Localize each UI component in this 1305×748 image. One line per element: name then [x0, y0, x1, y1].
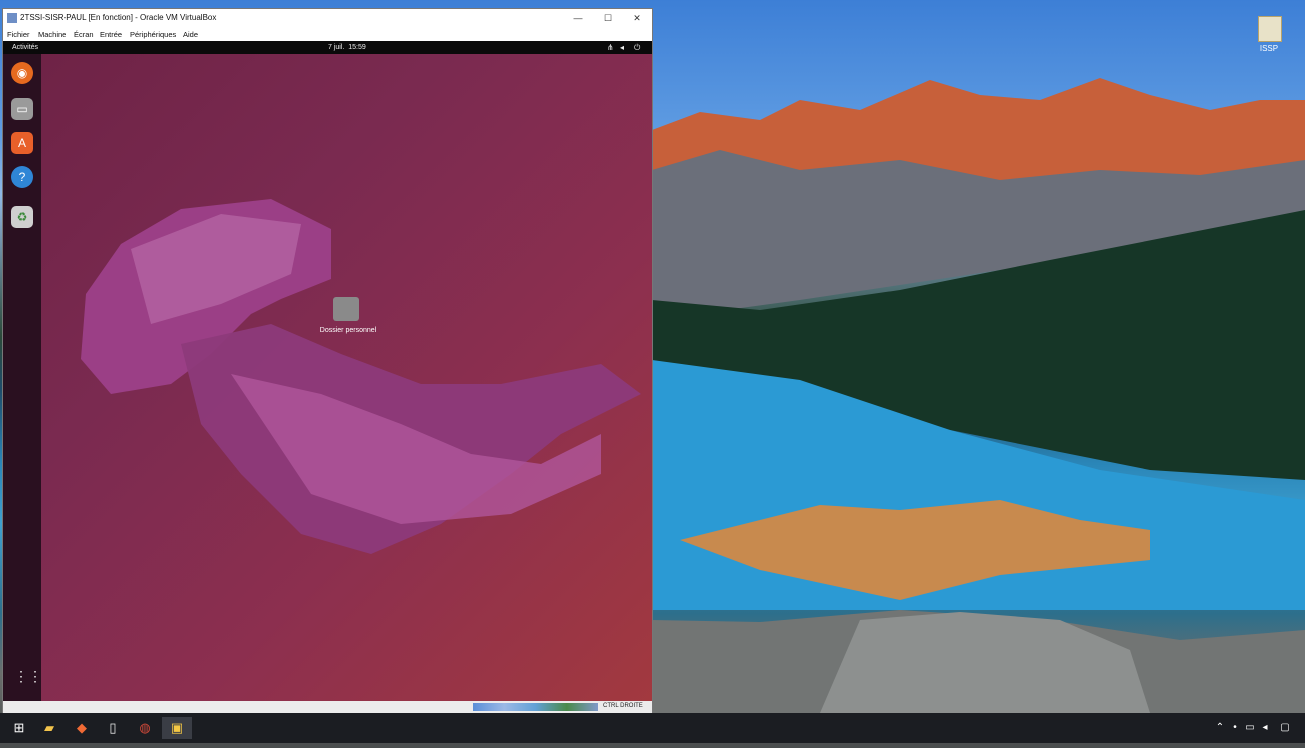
ubuntu-topbar: Activités 7 juil. 15:59 ⋔ ◂ ⏻	[3, 41, 652, 54]
files-icon[interactable]: ▭	[11, 98, 33, 120]
virtualbox-icon[interactable]: ▣	[162, 717, 192, 739]
window-title: 2TSSI-SISR-PAUL [En fonction] - Oracle V…	[20, 13, 217, 22]
volume-icon[interactable]: ◂	[620, 43, 624, 52]
desktop-icon-label: Dossier personnel	[319, 327, 377, 334]
menu-aide[interactable]: Aide	[183, 30, 198, 39]
help-icon[interactable]: ?	[11, 166, 33, 188]
clock[interactable]: 7 juil. 15:59	[328, 44, 366, 51]
ubuntu-guest-screen[interactable]: Activités 7 juil. 15:59 ⋔ ◂ ⏻ ◉ ▭ A ? ♻ …	[3, 41, 652, 701]
power-icon[interactable]: ⏻	[634, 43, 640, 53]
host-desktop-icon-label: ISSP	[1259, 44, 1279, 53]
app-grid-icon[interactable]: ⋮⋮	[14, 668, 42, 684]
ubuntu-dock: ◉ ▭ A ? ♻ ⋮⋮	[3, 54, 42, 701]
host-key-label: CTRL DROITE	[603, 703, 643, 709]
activities-button[interactable]: Activités	[12, 44, 38, 51]
menu-machine[interactable]: Machine	[38, 30, 66, 39]
brave-icon[interactable]: ◆	[67, 717, 97, 739]
menu-peripheriques[interactable]: Périphériques	[130, 30, 176, 39]
status-icons-strip[interactable]	[473, 703, 598, 711]
windows-taskbar: ⊞ ▰ ◆ ▯ ◍ ▣ ⌃ • ▭ ◂ ▢	[0, 713, 1305, 743]
chrome-like-icon[interactable]: ◍	[130, 717, 160, 739]
trash-icon[interactable]: ♻	[11, 206, 33, 228]
notepad-icon[interactable]: ▯	[98, 717, 128, 739]
vbox-menubar: Fichier Machine Écran Entrée Périphériqu…	[3, 28, 652, 41]
windows-start-icon[interactable]: ⊞	[4, 717, 34, 739]
software-icon[interactable]: A	[11, 132, 33, 154]
close-button[interactable]: ✕	[622, 9, 652, 28]
vbox-statusbar: CTRL DROITE	[3, 701, 652, 713]
minimize-button[interactable]: —	[563, 9, 593, 28]
notifications-icon[interactable]: ▢	[1270, 717, 1300, 739]
host-desktop-file-icon[interactable]	[1258, 16, 1282, 42]
menu-fichier[interactable]: Fichier	[7, 30, 30, 39]
file-explorer-icon[interactable]: ▰	[34, 717, 64, 739]
vbox-titlebar[interactable]: 2TSSI-SISR-PAUL [En fonction] - Oracle V…	[3, 9, 652, 28]
ubuntu-jellyfish-wallpaper	[81, 199, 641, 554]
menu-entree[interactable]: Entrée	[100, 30, 122, 39]
maximize-button[interactable]: ☐	[593, 9, 623, 28]
virtualbox-window[interactable]: 2TSSI-SISR-PAUL [En fonction] - Oracle V…	[3, 9, 652, 713]
network-icon[interactable]: ⋔	[607, 43, 614, 52]
firefox-icon[interactable]: ◉	[11, 62, 33, 84]
menu-ecran[interactable]: Écran	[74, 30, 94, 39]
virtualbox-app-icon	[7, 13, 17, 23]
home-folder-icon[interactable]	[333, 297, 359, 321]
